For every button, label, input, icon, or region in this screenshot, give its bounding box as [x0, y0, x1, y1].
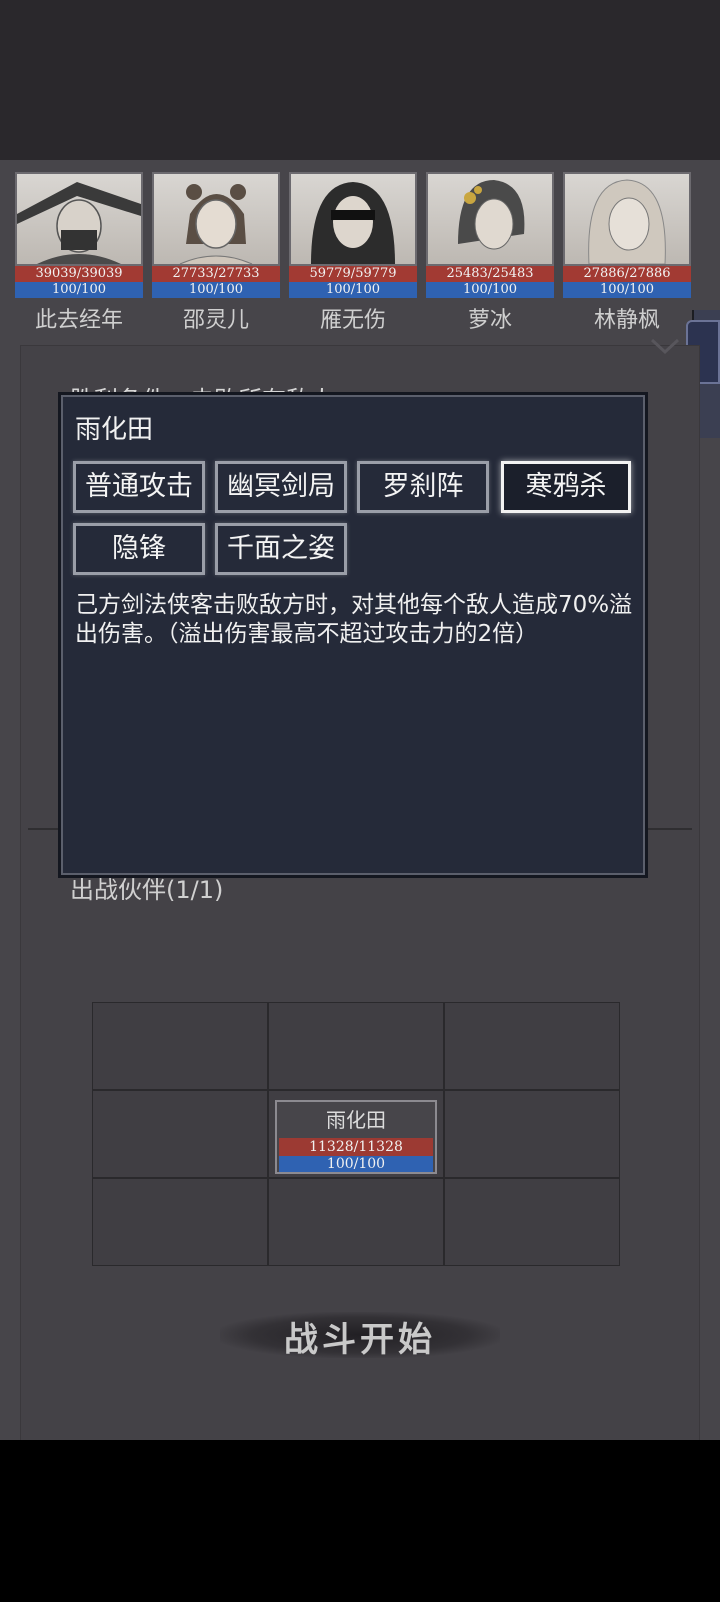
- grid-cell[interactable]: [92, 1178, 268, 1266]
- grid-cell[interactable]: [92, 1090, 268, 1178]
- start-battle-label: 战斗开始: [284, 1320, 436, 1360]
- hero-hp-bar: 25483/25483: [426, 266, 554, 282]
- grid-cell[interactable]: [92, 1002, 268, 1090]
- hero-hp-bar: 59779/59779: [289, 266, 417, 282]
- hero-mp-bar: 100/100: [15, 282, 143, 298]
- skill-description: 己方剑法侠客击败敌方时，对其他每个敌人造成70%溢出伤害。（溢出伤害最高不超过攻…: [75, 592, 633, 647]
- hero-name: 林静枫: [593, 308, 660, 333]
- navigation-bar-area: [0, 1440, 720, 1602]
- portrait-icon: [458, 180, 525, 250]
- portrait-icon: [179, 184, 253, 264]
- hero-name: 萝冰: [467, 308, 512, 333]
- unit-card[interactable]: 雨化田 11328/11328 100/100: [275, 1100, 437, 1174]
- skill-button-6[interactable]: 千面之姿: [215, 523, 347, 575]
- hero-mp-bar: 100/100: [426, 282, 554, 298]
- grid-cell[interactable]: [444, 1002, 620, 1090]
- portrait-icon: [17, 182, 141, 264]
- hero-name: 邵灵儿: [182, 308, 249, 333]
- hero-mp-bar: 100/100: [289, 282, 417, 298]
- hero-card-3[interactable]: 59779/59779 100/100 雁无伤: [289, 172, 417, 333]
- status-bar-area: [0, 0, 720, 160]
- hero-card-4[interactable]: 25483/25483 100/100 萝冰: [426, 172, 554, 333]
- grid-cell[interactable]: [268, 1002, 444, 1090]
- hero-mp-bar: 100/100: [152, 282, 280, 298]
- grid-cell[interactable]: [444, 1178, 620, 1266]
- hero-portrait: [15, 172, 143, 266]
- unit-name: 雨化田: [326, 1108, 386, 1132]
- start-battle-button[interactable]: 战斗开始: [220, 1300, 500, 1370]
- skill-button-5[interactable]: 隐锋: [73, 523, 205, 575]
- hero-portrait: [426, 172, 554, 266]
- skill-button-2[interactable]: 幽冥剑局: [215, 461, 347, 513]
- hero-portrait: [563, 172, 691, 266]
- grid-cell[interactable]: [268, 1178, 444, 1266]
- hero-card-2[interactable]: 27733/27733 100/100 邵灵儿: [152, 172, 280, 333]
- portrait-icon: [588, 179, 666, 264]
- skill-button-normal-attack[interactable]: 普通攻击: [73, 461, 205, 513]
- unit-mp-bar: 100/100: [279, 1156, 433, 1172]
- hero-name: 雁无伤: [319, 308, 386, 333]
- skill-button-selected[interactable]: 寒鸦杀: [501, 461, 631, 513]
- skill-popup: 雨化田 普通攻击 幽冥剑局 罗刹阵 寒鸦杀 隐锋 千面之姿 己方剑法侠客击败敌方…: [58, 392, 648, 878]
- portrait-icon: [311, 182, 395, 264]
- hero-hp-bar: 27733/27733: [152, 266, 280, 282]
- hero-portrait: [152, 172, 280, 266]
- hero-hp-bar: 39039/39039: [15, 266, 143, 282]
- chevron-down-icon[interactable]: [650, 336, 680, 356]
- hero-portrait: [289, 172, 417, 266]
- hero-name: 此去经年: [34, 308, 123, 333]
- hero-card-5[interactable]: 27886/27886 100/100 林静枫: [563, 172, 691, 333]
- unit-hp-bar: 11328/11328: [279, 1138, 433, 1156]
- hero-hp-bar: 27886/27886: [563, 266, 691, 282]
- popup-title: 雨化田: [75, 415, 154, 445]
- grid-cell[interactable]: [444, 1090, 620, 1178]
- hero-mp-bar: 100/100: [563, 282, 691, 298]
- skill-button-3[interactable]: 罗刹阵: [357, 461, 489, 513]
- hero-card-1[interactable]: 39039/39039 100/100 此去经年: [15, 172, 143, 333]
